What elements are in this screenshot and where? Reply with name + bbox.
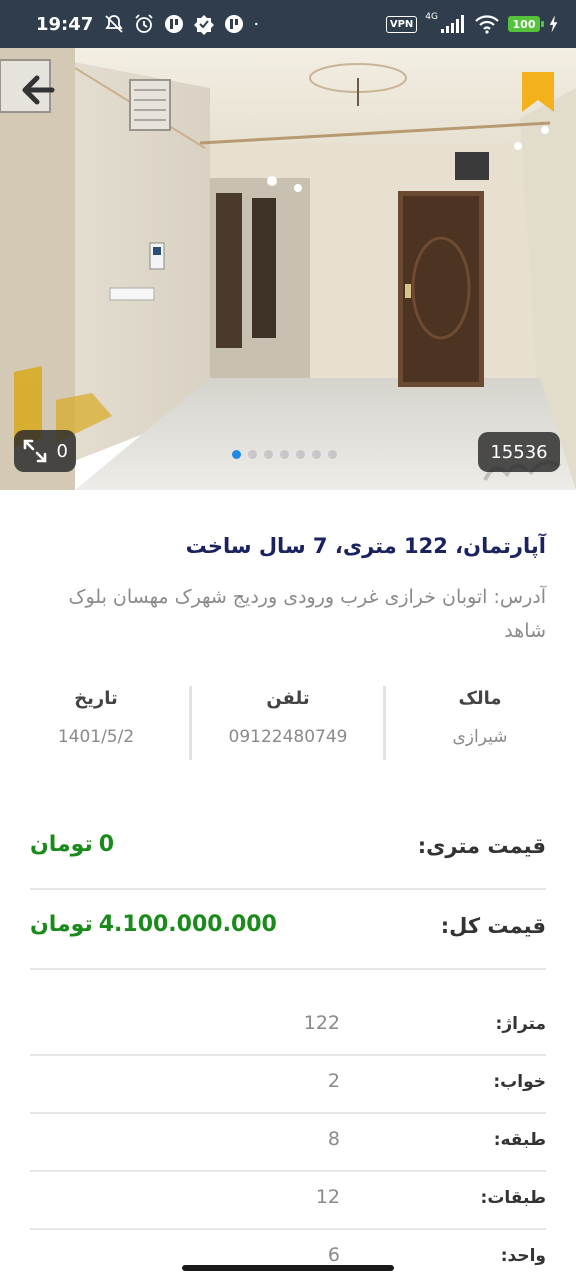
home-indicator[interactable] [182, 1265, 394, 1271]
currency-label: تومان [30, 832, 93, 857]
price-per-meter-amount: 0 [98, 832, 115, 857]
pager-dot[interactable] [232, 450, 241, 459]
owner-value: شیرازی [452, 727, 508, 747]
status-notification-icons [103, 13, 265, 35]
battery-indicator: 100 [508, 16, 544, 32]
spec-label: طبقه: [493, 1130, 546, 1150]
status-bar: 19:47 VPN 4G 100 [0, 0, 576, 48]
photo-expand-button[interactable]: 0 [14, 430, 76, 472]
date-label: تاریخ [74, 688, 118, 709]
price-per-meter-value: 0تومان [30, 832, 114, 857]
date-column: تاریخ 1401/5/2 [0, 686, 192, 762]
photo-count: 0 [56, 440, 68, 462]
bookmark-icon[interactable] [522, 72, 554, 114]
phone-label: تلفن [266, 688, 310, 709]
charging-icon [549, 15, 558, 33]
apartment-hallway-photo [0, 48, 576, 490]
arrow-back-icon [22, 75, 55, 105]
listing-photo-gallery[interactable]: 0 15536 [0, 48, 576, 490]
gallery-pager [232, 450, 337, 459]
total-price-value: 4.100.000.000تومان [30, 912, 277, 937]
spec-label: طبقات: [480, 1188, 546, 1208]
spec-row-floor: طبقه: 8 [30, 1114, 546, 1172]
signal-icon [441, 15, 464, 33]
app-notification-icon [165, 15, 184, 33]
currency-label: تومان [30, 912, 93, 937]
info-columns: مالک شیرازی تلفن 09122480749 تاریخ 1401/… [0, 686, 576, 762]
spec-label: خواب: [493, 1072, 546, 1092]
spec-label: متراژ: [495, 1014, 546, 1034]
app-screen: 19:47 VPN 4G 100 0 15536 آپارتمان، 122 م… [0, 0, 576, 1280]
date-value: 1401/5/2 [57, 727, 135, 747]
alarm-icon [135, 14, 153, 33]
spec-row-area: متراژ: 122 [30, 998, 546, 1056]
spec-row-units: واحد: 6 [30, 1230, 546, 1280]
price-per-meter-label: قیمت متری: [417, 834, 546, 858]
more-dot-icon [255, 22, 258, 26]
pager-dot[interactable] [248, 450, 257, 459]
pager-dot[interactable] [280, 450, 289, 459]
status-time: 19:47 [36, 13, 94, 35]
spec-value: 2 [327, 1070, 340, 1092]
pager-dot[interactable] [312, 450, 321, 459]
listing-id-badge: 15536 [478, 432, 560, 472]
back-button[interactable] [18, 70, 58, 110]
total-price-label: قیمت کل: [440, 914, 546, 938]
total-price-amount: 4.100.000.000 [98, 912, 277, 937]
vpn-badge: VPN [385, 15, 418, 33]
total-price-row: قیمت کل: 4.100.000.000تومان [30, 890, 546, 970]
phone-column[interactable]: تلفن 09122480749 [192, 686, 384, 762]
app-notification-icon-2 [225, 15, 244, 33]
spec-value: 122 [303, 1012, 340, 1034]
spec-label: واحد: [500, 1246, 546, 1266]
pager-dot[interactable] [296, 450, 305, 459]
spec-row-bedrooms: خواب: 2 [30, 1056, 546, 1114]
spec-value: 6 [327, 1244, 340, 1266]
spec-value: 8 [327, 1128, 340, 1150]
spec-value: 12 [315, 1186, 340, 1208]
listing-title: آپارتمان، 122 متری، 7 سال ساخت [185, 534, 546, 558]
network-type-label: 4G [425, 12, 438, 22]
wifi-icon [475, 15, 499, 34]
mute-icon [105, 15, 123, 33]
verified-notification-icon [194, 15, 215, 35]
expand-icon [23, 439, 47, 463]
pager-dot[interactable] [264, 450, 273, 459]
spec-row-total-floors: طبقات: 12 [30, 1172, 546, 1230]
status-system-icons: VPN 4G 100 [385, 12, 560, 35]
listing-address: آدرس: اتوبان خرازی غرب ورودی وردیج شهرک … [68, 586, 546, 642]
owner-label: مالک [458, 688, 502, 709]
price-per-meter-row: قیمت متری: 0تومان [30, 810, 546, 890]
phone-value[interactable]: 09122480749 [192, 727, 384, 747]
owner-column: مالک شیرازی [384, 686, 576, 762]
pager-dot[interactable] [328, 450, 337, 459]
